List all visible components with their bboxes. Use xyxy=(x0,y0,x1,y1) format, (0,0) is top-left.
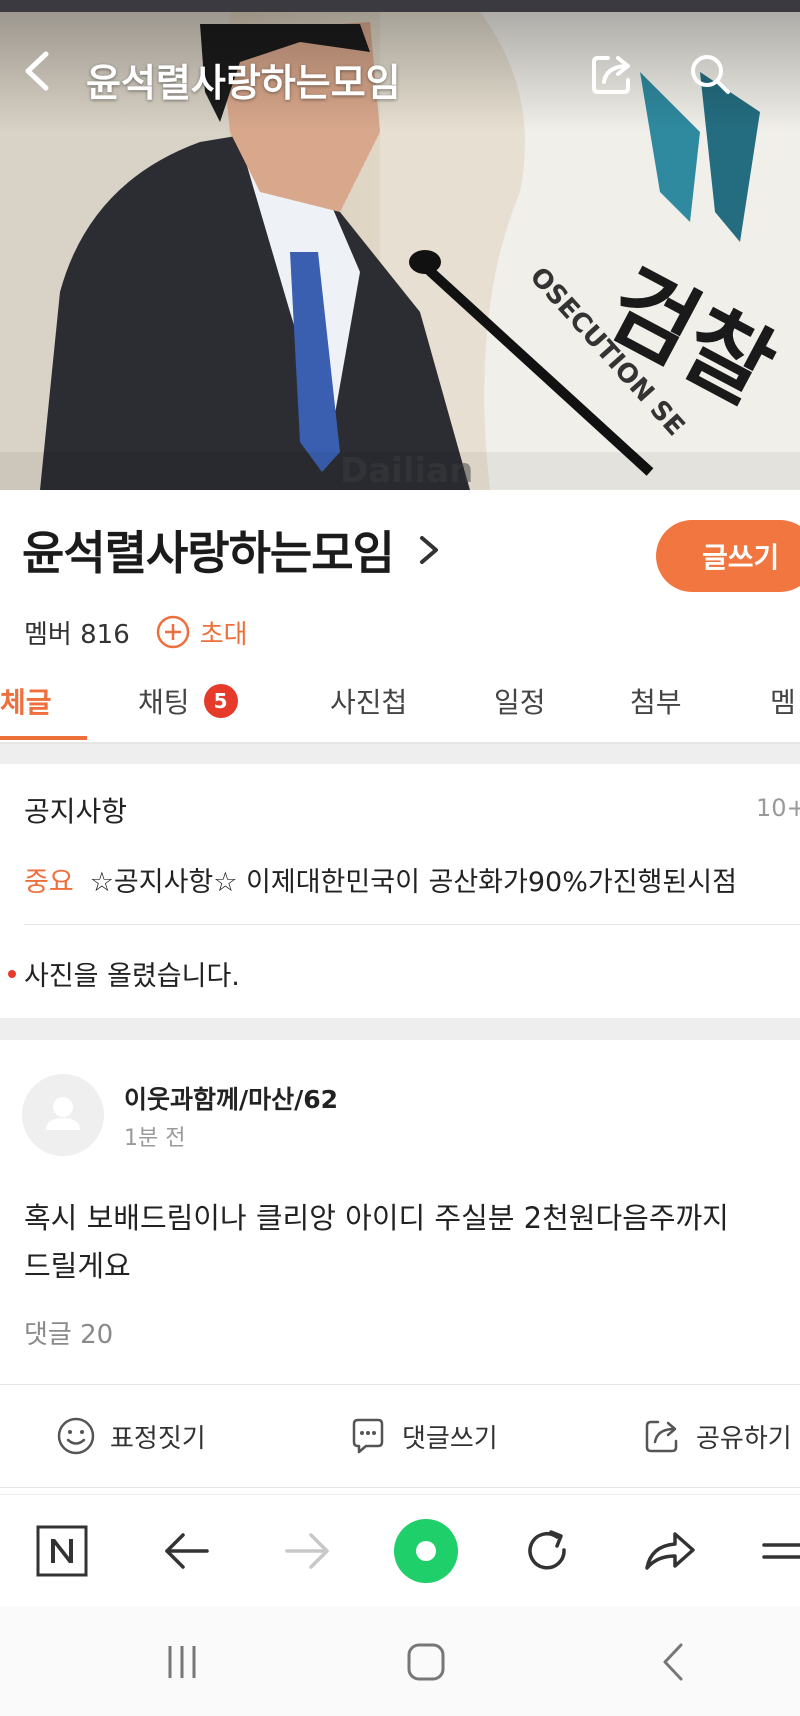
menu-button[interactable] xyxy=(752,1517,800,1585)
post-actions: 표정짓기 댓글쓰기 공유하기 xyxy=(0,1384,800,1488)
naver-icon xyxy=(36,1525,88,1577)
chevron-right-icon xyxy=(419,536,438,564)
forward-arrow-icon xyxy=(285,1533,329,1569)
member-row: 멤버 816 초대 xyxy=(24,612,248,652)
naver-home-button[interactable] xyxy=(28,1517,96,1585)
green-dot-icon xyxy=(394,1519,458,1583)
important-tag: 중요 xyxy=(24,867,74,898)
tab-chat[interactable]: 채팅 5 xyxy=(138,660,238,742)
top-app-bar: 윤석렬사랑하는모임 xyxy=(0,12,800,134)
chevron-left-icon xyxy=(25,51,49,91)
photo-watermark: Dailian xyxy=(340,451,473,490)
write-post-button[interactable]: 글쓰기 xyxy=(656,520,800,592)
menu-icon xyxy=(762,1543,800,1559)
tab-photos[interactable]: 사진첩 xyxy=(330,660,407,742)
post-author[interactable]: 이웃과함께/마산/62 xyxy=(124,1080,338,1116)
chat-badge: 5 xyxy=(203,684,238,718)
status-bar xyxy=(0,0,800,12)
photo-notice-item[interactable]: 사진을 올렸습니다. xyxy=(8,954,240,993)
notice-item[interactable]: 중요 ☆공지사항☆ 이제대한민국이 공산화가90%가진행된시점 xyxy=(24,860,737,899)
tab-members[interactable]: 멤! xyxy=(770,660,800,742)
green-dot-button[interactable] xyxy=(392,1517,460,1585)
user-silhouette-icon xyxy=(46,1097,80,1130)
speech-bubble-icon xyxy=(352,1418,384,1454)
recent-apps-icon xyxy=(168,1646,196,1678)
home-button[interactable] xyxy=(396,1634,456,1690)
avatar[interactable] xyxy=(22,1074,104,1156)
browser-forward-button[interactable] xyxy=(274,1517,342,1585)
smiley-icon xyxy=(57,1417,95,1455)
refresh-icon xyxy=(528,1530,566,1570)
system-nav-bar xyxy=(0,1606,800,1716)
active-tab-indicator xyxy=(0,736,87,740)
back-icon xyxy=(663,1643,683,1681)
search-button[interactable] xyxy=(686,50,734,98)
photo-notice-text: 사진을 올렸습니다. xyxy=(24,961,240,992)
post-body[interactable]: 혹시 보배드림이나 클리앙 아이디 주실분 2천원다음주까지 드릴게요 xyxy=(24,1194,800,1290)
divider xyxy=(24,924,800,925)
club-tabs: 체글 채팅 5 사진첩 일정 첨부 멤! xyxy=(0,660,800,744)
member-count[interactable]: 멤버 816 xyxy=(24,614,130,651)
recent-apps-button[interactable] xyxy=(152,1634,212,1690)
post-time: 1분 전 xyxy=(124,1126,186,1151)
invite-label: 초대 xyxy=(199,619,248,650)
tab-posts[interactable]: 체글 xyxy=(0,660,52,742)
system-back-button[interactable] xyxy=(642,1634,702,1690)
post-body-line: 드릴게요 xyxy=(24,1249,131,1283)
share-button[interactable] xyxy=(588,50,636,98)
share-post-button[interactable]: 공유하기 xyxy=(642,1385,792,1487)
post-body-line: 혹시 보배드림이나 클리앙 아이디 주실분 2천원다음주까지 xyxy=(24,1201,729,1235)
browser-toolbar xyxy=(0,1494,800,1607)
notice-title: 공지사항 xyxy=(24,795,128,828)
new-dot xyxy=(8,969,16,978)
club-name-link[interactable]: 윤석렬사랑하는모임 xyxy=(22,520,442,580)
section-divider xyxy=(0,1018,800,1040)
section-divider xyxy=(0,744,800,764)
back-arrow-icon xyxy=(165,1533,209,1569)
plus-circle-icon xyxy=(156,615,189,649)
share-arrow-icon xyxy=(645,1532,695,1570)
refresh-button[interactable] xyxy=(514,1517,582,1585)
comment-count[interactable]: 댓글 20 xyxy=(24,1314,113,1351)
search-icon xyxy=(691,55,730,94)
notice-text: ☆공지사항☆ 이제대한민국이 공산화가90%가진행된시점 xyxy=(89,867,737,898)
app-bar-title: 윤석렬사랑하는모임 xyxy=(86,61,401,105)
share-icon xyxy=(645,1420,678,1453)
notice-count[interactable]: 10+ xyxy=(756,794,800,822)
home-icon xyxy=(407,1643,445,1681)
tab-attachments[interactable]: 첨부 xyxy=(630,660,682,742)
browser-back-button[interactable] xyxy=(152,1517,220,1585)
share-icon xyxy=(592,56,630,94)
browser-share-button[interactable] xyxy=(636,1517,704,1585)
club-name: 윤석렬사랑하는모임 xyxy=(22,526,395,580)
back-button[interactable] xyxy=(16,46,60,96)
tab-schedule[interactable]: 일정 xyxy=(494,660,546,742)
invite-button[interactable]: 초대 xyxy=(156,614,248,651)
comment-button[interactable]: 댓글쓰기 xyxy=(348,1385,498,1487)
react-button[interactable]: 표정짓기 xyxy=(56,1385,206,1487)
